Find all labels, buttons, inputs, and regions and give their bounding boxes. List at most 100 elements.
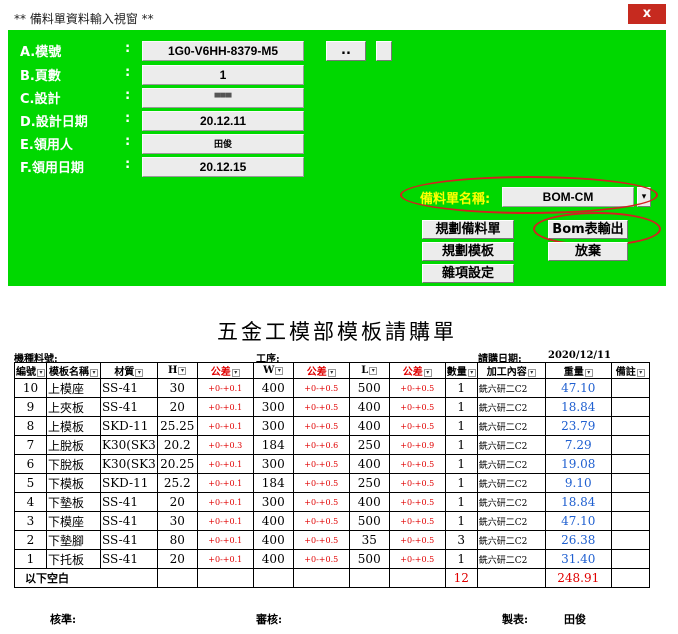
column-header[interactable]: 公差 ▾	[196, 362, 254, 379]
width-tolerance-cell[interactable]: +0-+0.5	[292, 492, 350, 512]
height-tolerance-cell[interactable]: +0-+0.3	[196, 435, 254, 455]
width-tolerance-cell[interactable]: +0-+0.5	[292, 416, 350, 436]
quantity-cell[interactable]: 1	[444, 378, 478, 398]
weight-cell[interactable]: 18.84	[544, 397, 612, 417]
width-cell[interactable]: 300	[252, 492, 294, 512]
row-number-cell[interactable]: 2	[14, 530, 47, 550]
height-tolerance-cell[interactable]: +0-+0.1	[196, 530, 254, 550]
column-header[interactable]: 模板名稱 ▾	[46, 362, 101, 379]
length-tolerance-cell[interactable]: +0-+0.5	[388, 454, 446, 474]
row-number-cell[interactable]: 9	[14, 397, 47, 417]
length-tolerance-cell[interactable]: +0-+0.5	[388, 492, 446, 512]
plate-name-cell[interactable]: 下模座	[46, 511, 101, 531]
quantity-cell[interactable]: 1	[444, 511, 478, 531]
width-cell[interactable]: 184	[252, 473, 294, 493]
mold-no-field[interactable]: 1G0-V6HH-8379-M5	[142, 41, 304, 61]
quantity-cell[interactable]: 1	[444, 473, 478, 493]
width-tolerance-cell[interactable]: +0-+0.5	[292, 473, 350, 493]
weight-cell[interactable]: 31.40	[544, 549, 612, 569]
weight-cell[interactable]: 9.10	[544, 473, 612, 493]
machining-cell[interactable]: 銑六研二C2	[476, 397, 546, 417]
machining-cell[interactable]: 銑六研二C2	[476, 454, 546, 474]
height-cell[interactable]: 25.2	[156, 473, 198, 493]
weight-cell[interactable]: 23.79	[544, 416, 612, 436]
plate-name-cell[interactable]: 下墊腳	[46, 530, 101, 550]
remark-cell[interactable]	[610, 473, 650, 493]
length-tolerance-cell[interactable]: +0-+0.5	[388, 378, 446, 398]
material-cell[interactable]: SS-41	[100, 397, 158, 417]
quantity-cell[interactable]: 1	[444, 435, 478, 455]
remark-cell[interactable]	[610, 549, 650, 569]
width-tolerance-cell[interactable]: +0-+0.6	[292, 435, 350, 455]
weight-cell[interactable]: 47.10	[544, 378, 612, 398]
column-header[interactable]: L ▾	[348, 362, 390, 379]
receive-date-field[interactable]: 20.12.15	[142, 157, 304, 177]
height-tolerance-cell[interactable]: +0-+0.1	[196, 492, 254, 512]
length-cell[interactable]: 250	[348, 473, 390, 493]
machining-cell[interactable]: 銑六研二C2	[476, 378, 546, 398]
plan-material-button[interactable]: 規劃備料單	[422, 220, 514, 239]
weight-cell[interactable]: 19.08	[544, 454, 612, 474]
machining-cell[interactable]: 銑六研二C2	[476, 416, 546, 436]
column-header[interactable]: 公差 ▾	[388, 362, 446, 379]
material-cell[interactable]: SS-41	[100, 549, 158, 569]
material-cell[interactable]: SS-41	[100, 492, 158, 512]
quantity-cell[interactable]: 1	[444, 416, 478, 436]
browse-button[interactable]: ..	[326, 41, 366, 61]
height-tolerance-cell[interactable]: +0-+0.1	[196, 473, 254, 493]
height-cell[interactable]: 20.25	[156, 454, 198, 474]
height-tolerance-cell[interactable]: +0-+0.1	[196, 416, 254, 436]
height-cell[interactable]: 30	[156, 378, 198, 398]
remark-cell[interactable]	[610, 397, 650, 417]
height-tolerance-cell[interactable]: +0-+0.1	[196, 378, 254, 398]
remark-cell[interactable]	[610, 511, 650, 531]
material-cell[interactable]: K30(SK3	[100, 454, 158, 474]
quantity-cell[interactable]: 1	[444, 549, 478, 569]
row-number-cell[interactable]: 7	[14, 435, 47, 455]
column-header[interactable]: 備註 ▾	[610, 362, 650, 379]
bom-name-field[interactable]: BOM-CM	[502, 187, 634, 207]
filter-dropdown-icon[interactable]: ▾	[584, 368, 593, 377]
plate-name-cell[interactable]: 下托板	[46, 549, 101, 569]
width-cell[interactable]: 300	[252, 397, 294, 417]
plate-name-cell[interactable]: 上脫板	[46, 435, 101, 455]
material-cell[interactable]: SKD-11	[100, 416, 158, 436]
machining-cell[interactable]: 銑六研二C2	[476, 492, 546, 512]
material-cell[interactable]: SKD-11	[100, 473, 158, 493]
length-cell[interactable]: 400	[348, 397, 390, 417]
length-cell[interactable]: 400	[348, 416, 390, 436]
width-tolerance-cell[interactable]: +0-+0.5	[292, 511, 350, 531]
filter-dropdown-icon[interactable]: ▾	[37, 368, 45, 377]
column-header[interactable]: 公差 ▾	[292, 362, 350, 379]
length-cell[interactable]: 500	[348, 378, 390, 398]
height-cell[interactable]: 20.2	[156, 435, 198, 455]
filter-dropdown-icon[interactable]: ▾	[636, 368, 645, 377]
column-header[interactable]: 重量 ▾	[544, 362, 612, 379]
filter-dropdown-icon[interactable]: ▾	[369, 366, 378, 375]
bom-export-button[interactable]: Bom表輸出	[548, 220, 628, 239]
row-number-cell[interactable]: 8	[14, 416, 47, 436]
length-cell[interactable]: 35	[348, 530, 390, 550]
length-cell[interactable]: 250	[348, 435, 390, 455]
length-cell[interactable]: 400	[348, 454, 390, 474]
machining-cell[interactable]: 銑六研二C2	[476, 473, 546, 493]
material-cell[interactable]: SS-41	[100, 511, 158, 531]
length-tolerance-cell[interactable]: +0-+0.5	[388, 416, 446, 436]
material-cell[interactable]: K30(SK3	[100, 435, 158, 455]
weight-cell[interactable]: 7.29	[544, 435, 612, 455]
misc-settings-button[interactable]: 雜項設定	[422, 264, 514, 283]
quantity-cell[interactable]: 1	[444, 454, 478, 474]
row-number-cell[interactable]: 1	[14, 549, 47, 569]
length-tolerance-cell[interactable]: +0-+0.5	[388, 530, 446, 550]
column-header[interactable]: 加工內容 ▾	[476, 362, 546, 379]
column-header[interactable]: 數量 ▾	[444, 362, 478, 379]
length-cell[interactable]: 500	[348, 511, 390, 531]
width-cell[interactable]: 300	[252, 454, 294, 474]
width-cell[interactable]: 400	[252, 549, 294, 569]
machining-cell[interactable]: 銑六研二C2	[476, 549, 546, 569]
quantity-cell[interactable]: 3	[444, 530, 478, 550]
height-cell[interactable]: 80	[156, 530, 198, 550]
plate-name-cell[interactable]: 下脫板	[46, 454, 101, 474]
quantity-cell[interactable]: 1	[444, 397, 478, 417]
length-tolerance-cell[interactable]: +0-+0.5	[388, 473, 446, 493]
